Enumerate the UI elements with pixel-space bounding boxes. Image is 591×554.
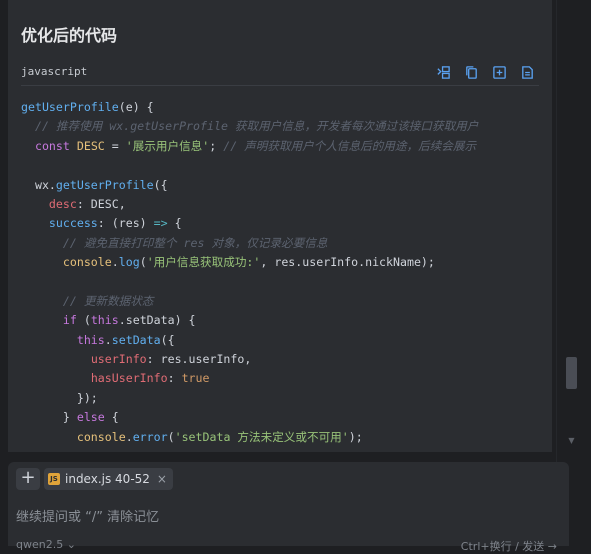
file-context-chip[interactable]: JS index.js 40-52 ×	[44, 468, 173, 490]
code-line: if (this.setData) {	[62, 313, 196, 328]
chat-input[interactable]: 继续提问或 “/” 清除记忆	[16, 506, 159, 525]
apply-icon[interactable]	[519, 64, 535, 80]
add-context-button[interactable]: +	[16, 468, 40, 490]
code-line: console.error('setData 方法未定义或不可用');	[76, 429, 363, 444]
javascript-file-icon: JS	[48, 473, 60, 485]
code-line: getUserProfile(e) {	[21, 100, 154, 114]
code-body[interactable]: getUserProfile(e) { // 推荐使用 wx.getUserPr…	[21, 98, 541, 447]
code-line: // 避免直接打印整个 res 对象，仅记录必要信息	[62, 235, 328, 250]
chat-answer-panel: 优化后的代码 javascript getUserProfile(e) { //…	[8, 0, 552, 452]
model-select[interactable]: qwen2.5 ⌄	[16, 538, 76, 551]
section-title: 优化后的代码	[21, 26, 118, 45]
code-line: const DESC = '展示用户信息'; // 声明获取用户个人信息后的用途…	[34, 138, 477, 153]
code-line: desc: DESC,	[48, 196, 126, 211]
code-line: // 推荐使用 wx.getUserProfile 获取用户信息，开发者每次通过…	[34, 119, 479, 134]
vertical-scrollbar[interactable]: ▼	[565, 0, 577, 452]
code-line: wx.getUserProfile({	[21, 177, 168, 192]
insert-icon[interactable]	[435, 64, 451, 80]
code-line: this.setData({	[76, 332, 175, 347]
code-language-label: javascript	[21, 65, 88, 78]
code-line: hasUserInfo: true	[90, 371, 210, 386]
new-file-icon[interactable]	[491, 64, 507, 80]
code-line: userInfo: res.userInfo,	[90, 352, 252, 367]
code-line: success: (res) => {	[48, 216, 182, 231]
chat-composer: + JS index.js 40-52 × 继续提问或 “/” 清除记忆 qwe…	[8, 462, 569, 553]
file-chip-label: index.js 40-52	[65, 472, 150, 486]
code-line: } else {	[21, 410, 119, 425]
copy-icon[interactable]	[463, 64, 479, 80]
code-actions	[435, 64, 535, 80]
code-block-header: javascript	[21, 62, 539, 86]
code-line: console.log('用户信息获取成功:', res.userInfo.ni…	[62, 255, 435, 270]
scrollbar-thumb[interactable]	[566, 357, 577, 389]
send-hint[interactable]: Ctrl+换行 / 发送 →	[461, 538, 557, 554]
code-line: });	[21, 390, 98, 405]
scroll-down-arrow-icon[interactable]: ▼	[566, 436, 577, 448]
close-icon[interactable]: ×	[157, 472, 167, 486]
code-line: // 更新数据状态	[62, 293, 154, 308]
